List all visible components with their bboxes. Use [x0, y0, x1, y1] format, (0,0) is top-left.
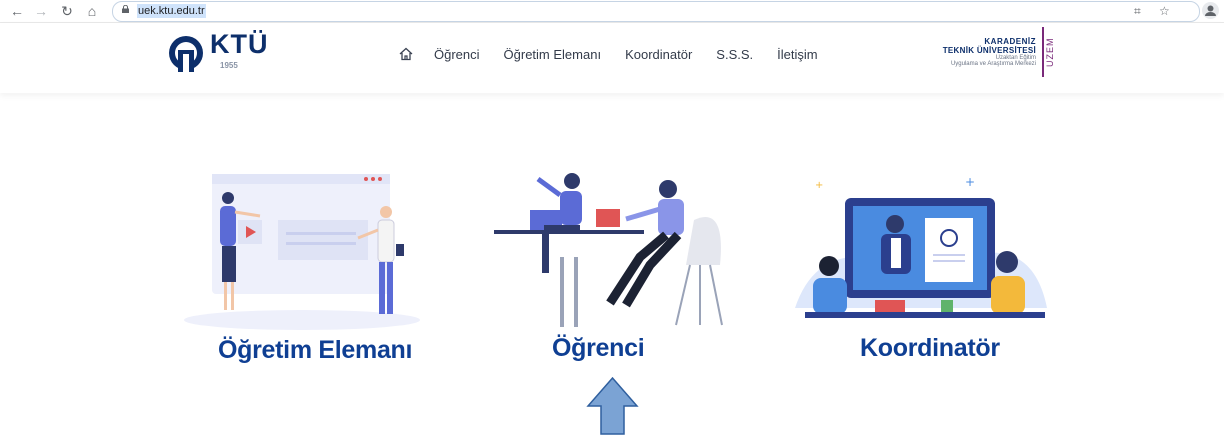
nav-item-ogretim-elemani[interactable]: Öğretim Elemanı [504, 47, 602, 62]
card-ogretim-elemani[interactable]: Öğretim Elemanı [180, 160, 430, 375]
forward-icon[interactable]: → [32, 2, 50, 20]
site-header: KTÜ 1955 Öğrenci Öğretim Elemanı Koordin… [0, 23, 1224, 93]
up-arrow-icon [586, 376, 639, 435]
card-title[interactable]: Öğrenci [552, 334, 645, 363]
star-icon[interactable]: ☆ [1159, 3, 1170, 19]
ktu-emblem-icon [169, 36, 203, 72]
university-name-line2: TEKNİK ÜNİVERSİTESİ [942, 46, 1036, 55]
lock-icon[interactable] [122, 5, 129, 13]
back-icon[interactable]: ← [8, 2, 26, 20]
university-name-line1: KARADENİZ [984, 37, 1036, 46]
coordinator-illustration: + + [795, 175, 1047, 318]
card-ogrenci[interactable]: Öğrenci [490, 165, 740, 375]
university-unit-line2: Uygulama ve Araştırma Merkezi [950, 61, 1036, 67]
nav-item-ogrenci[interactable]: Öğrenci [434, 47, 480, 62]
profile-icon[interactable] [1202, 2, 1219, 19]
main-nav: Öğrenci Öğretim Elemanı Koordinatör S.S.… [398, 46, 842, 62]
card-title[interactable]: Koordinatör [860, 334, 1000, 363]
logo-text: KTÜ [210, 29, 269, 59]
ktu-logo[interactable]: KTÜ 1955 [168, 29, 278, 73]
nav-home-icon[interactable] [398, 46, 414, 62]
address-bar[interactable]: uek.ktu.edu.tr ⌗ ☆ [112, 1, 1200, 22]
svg-text:+: + [965, 175, 975, 189]
nav-item-iletisim[interactable]: İletişim [777, 47, 817, 62]
uzem-divider [1042, 27, 1044, 77]
instructor-illustration [184, 174, 420, 330]
card-title[interactable]: Öğretim Elemanı [218, 336, 412, 365]
url-text[interactable]: uek.ktu.edu.tr [137, 4, 206, 18]
card-koordinator[interactable]: + + Koordinatör [785, 158, 1055, 375]
svg-text:+: + [815, 180, 823, 191]
qr-icon[interactable]: ⌗ [1134, 3, 1141, 19]
browser-toolbar: ← → ↻ ⌂ uek.ktu.edu.tr ⌗ ☆ [0, 0, 1224, 23]
nav-item-sss[interactable]: S.S.S. [716, 47, 753, 62]
university-logo[interactable]: KARADENİZ TEKNİK ÜNİVERSİTESİ Uzaktan Eğ… [906, 37, 1036, 67]
students-illustration [494, 173, 723, 327]
logo-year: 1955 [220, 61, 238, 70]
uzem-label: UZEM [1045, 37, 1055, 68]
reload-icon[interactable]: ↻ [58, 2, 76, 20]
nav-item-koordinator[interactable]: Koordinatör [625, 47, 692, 62]
home-icon[interactable]: ⌂ [83, 2, 101, 20]
